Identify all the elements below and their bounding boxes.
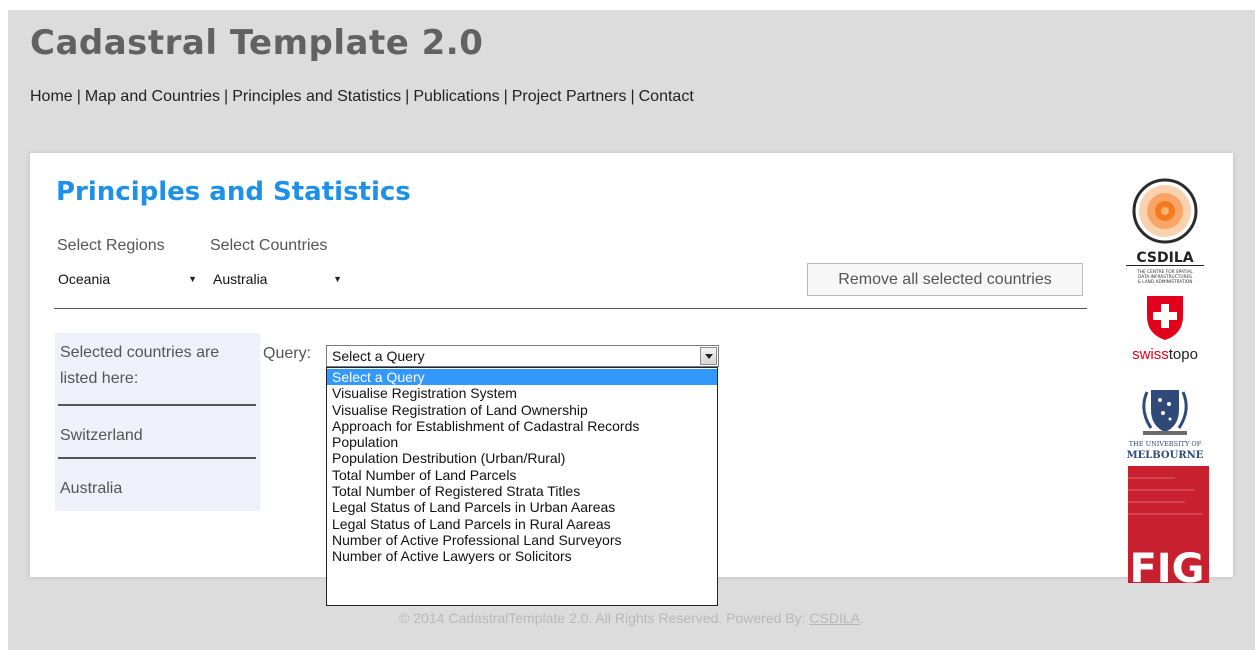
nav-home[interactable]: Home [30,88,73,105]
selected-country-item[interactable]: Australia [60,480,122,498]
nav-contact[interactable]: Contact [639,88,694,105]
query-option[interactable]: Population [327,434,717,450]
chevron-down-icon: ▼ [188,274,197,284]
partner-logos: CSDILA THE CENTRE FOR SPATIAL DATA INFRA… [1125,178,1210,592]
footer-end: . [860,610,864,626]
regions-label: Select Regions [57,237,165,254]
nav-separator: | [503,88,508,105]
fig-logo: FIG [1128,466,1209,592]
divider [54,308,1087,309]
query-options-list: Select a Query Visualise Registration Sys… [326,367,718,606]
selected-countries-list: Selected countries are listed here: Swit… [55,333,260,511]
nav-principles-and-statistics[interactable]: Principles and Statistics [232,88,401,105]
nav-separator: | [224,88,229,105]
query-option[interactable]: Number of Active Professional Land Surve… [327,532,717,548]
country-select-value: Australia [213,271,268,287]
country-select[interactable]: Australia ▼ [209,268,349,290]
svg-text:& LAND ADMINISTRATION: & LAND ADMINISTRATION [1138,279,1193,285]
query-option[interactable]: Population Destribution (Urban/Rural) [327,450,717,466]
chevron-down-icon: ▼ [333,274,342,284]
divider [58,404,256,406]
nav-map-and-countries[interactable]: Map and Countries [85,88,220,105]
query-option[interactable]: Total Number of Land Parcels [327,467,717,483]
nav-separator: | [630,88,635,105]
nav-separator: | [405,88,410,105]
swisstopo-logo-text: swisstopo [1132,346,1198,363]
fig-logo-text: FIG [1129,546,1204,583]
top-nav: Home | Map and Countries | Principles and St… [30,88,694,106]
content-panel: Principles and Statistics Select Regions… [30,153,1233,606]
melbourne-logo-line1: THE UNIVERSITY OF [1129,440,1202,448]
query-option[interactable]: Total Number of Registered Strata Titles [327,483,717,499]
melbourne-logo: THE UNIVERSITY OF MELBOURNE [1127,390,1204,461]
page-background: Cadastral Template 2.0 Home | Map and Coun… [8,10,1255,650]
query-option[interactable]: Legal Status of Land Parcels in Rural Aa… [327,516,717,532]
footer-csdila-link[interactable]: CSDILA [809,610,860,626]
site-title: Cadastral Template 2.0 [30,23,484,63]
nav-separator: | [76,88,81,105]
divider [58,457,256,459]
query-option[interactable]: Approach for Establishment of Cadastral … [327,418,717,434]
selected-country-item[interactable]: Switzerland [60,427,143,445]
query-select-value: Select a Query [332,348,425,364]
countries-label: Select Countries [210,237,328,254]
region-select[interactable]: Oceania ▼ [54,268,204,290]
query-option[interactable]: Select a Query [327,369,717,386]
query-option[interactable]: Visualise Registration System [327,385,717,401]
footer-text: © 2014 CadastralTemplate 2.0. All Rights… [399,610,806,626]
nav-project-partners[interactable]: Project Partners [512,88,627,105]
query-option[interactable]: Number of Active Lawyers or Solicitors [327,548,717,564]
footer: © 2014 CadastralTemplate 2.0. All Rights… [8,610,1255,626]
region-select-value: Oceania [58,271,111,287]
melbourne-logo-line2: MELBOURNE [1127,450,1204,461]
panel-title: Principles and Statistics [56,177,411,207]
nav-publications[interactable]: Publications [413,88,499,105]
csdila-logo-text: CSDILA [1136,250,1193,266]
query-select[interactable]: Select a Query [326,345,719,367]
partner-logos-graphic: CSDILA THE CENTRE FOR SPATIAL DATA INFRA… [1126,178,1209,592]
swisstopo-logo: swisstopo [1132,296,1198,363]
query-label: Query: [263,345,312,362]
remove-all-countries-button[interactable]: Remove all selected countries [807,263,1083,296]
dropdown-arrow-icon[interactable] [700,347,717,365]
query-option[interactable]: Legal Status of Land Parcels in Urban Aa… [327,499,717,515]
query-option[interactable]: Visualise Registration of Land Ownership [327,402,717,418]
selected-countries-heading: Selected countries are listed here: [60,344,220,387]
csdila-logo: CSDILA THE CENTRE FOR SPATIAL DATA INFRA… [1126,178,1204,285]
